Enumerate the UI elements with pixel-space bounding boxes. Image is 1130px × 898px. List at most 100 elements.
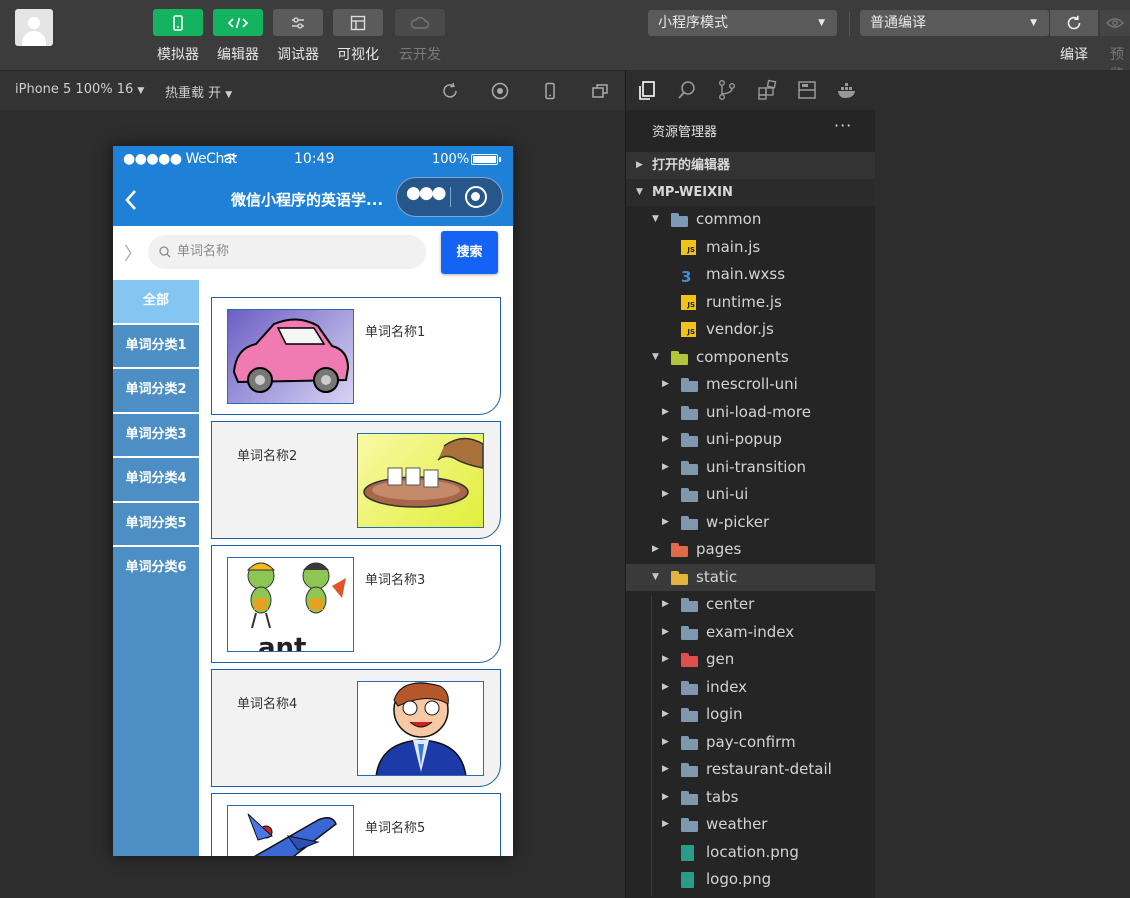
tree-file[interactable]: JS runtime.js <box>626 289 876 316</box>
chevron-right-icon: ▶ <box>662 406 669 417</box>
tree-file[interactable]: JS vendor.js <box>626 316 876 343</box>
word-card[interactable]: ant 单词名称3 <box>211 545 501 663</box>
tree-file[interactable]: 3 main.wxss <box>626 261 876 288</box>
debugger-button[interactable]: 调试器 <box>273 9 323 64</box>
docker-icon[interactable] <box>836 79 858 101</box>
tree-folder[interactable]: ▶ tabs <box>626 784 876 811</box>
chevron-right-icon: ▶ <box>662 461 669 472</box>
editor-button[interactable]: 编辑器 <box>213 9 263 64</box>
battery-tip <box>499 157 501 162</box>
chevron-right-icon: ▶ <box>652 544 659 554</box>
chevron-right-icon: ▶ <box>662 626 669 637</box>
tree-file[interactable]: location.png <box>626 839 876 866</box>
project-section[interactable]: ▼ MP-WEIXIN <box>626 179 876 206</box>
tree-folder[interactable]: ▶ uni-popup <box>626 426 876 453</box>
status-bar: ●●●●● WeChat 10:49 100% <box>113 146 513 172</box>
more-icon[interactable]: ··· <box>834 116 852 135</box>
word-card[interactable]: 单词名称5 <box>211 793 501 856</box>
cloud-icon <box>395 9 445 36</box>
tree-folder[interactable]: ▶ weather <box>626 811 876 838</box>
open-editors-section[interactable]: ▶ 打开的编辑器 <box>626 152 876 179</box>
simulator-button[interactable]: 模拟器 <box>153 9 203 64</box>
tree-folder[interactable]: ▶ exam-index <box>626 619 876 646</box>
cartoon-businessman-image <box>357 681 484 776</box>
debugger-label: 调试器 <box>277 47 319 63</box>
compile-button[interactable] <box>1050 10 1098 36</box>
category-item[interactable]: 单词分类6 <box>113 547 199 592</box>
tree-label: login <box>706 705 743 723</box>
tree-folder[interactable]: ▶ index <box>626 674 876 701</box>
tree-label: vendor.js <box>706 320 774 338</box>
tree-folder[interactable]: ▶ restaurant-detail <box>626 756 876 783</box>
file-explorer: 资源管理器 ··· ▶ 打开的编辑器 ▼ MP-WEIXIN ▼ common JS… <box>625 70 876 898</box>
phone-icon[interactable] <box>540 81 560 101</box>
chevron-right-icon[interactable]: 〉 <box>124 240 142 266</box>
tree-folder[interactable]: ▼ static <box>626 563 876 591</box>
tree-file[interactable]: logo.png <box>626 866 876 893</box>
word-card[interactable]: 单词名称4 <box>211 669 501 787</box>
category-item[interactable]: 单词分类3 <box>113 414 199 458</box>
tree-folder[interactable]: ▶ w-picker <box>626 509 876 536</box>
tree-folder[interactable]: ▼ common <box>626 206 876 233</box>
tree-folder[interactable]: ▶ login <box>626 701 876 728</box>
chevron-right-icon: ▶ <box>662 379 669 389</box>
mode-select[interactable]: 小程序模式 ▼ <box>648 10 837 36</box>
tree-folder[interactable]: ▶ gen <box>626 646 876 673</box>
search-button[interactable]: 搜索 <box>441 231 498 274</box>
visual-button[interactable]: 可视化 <box>333 9 383 64</box>
tree-folder[interactable]: ▶ mescroll-uni <box>626 371 876 398</box>
word-name: 单词名称2 <box>237 449 298 464</box>
tree-file[interactable]: JS main.js <box>626 234 876 261</box>
svg-text:ant: ant <box>258 633 306 652</box>
back-icon[interactable] <box>124 189 138 211</box>
word-card[interactable]: 单词名称2 <box>211 421 501 539</box>
chevron-right-icon: ▶ <box>662 654 669 664</box>
layout-icon <box>333 9 383 36</box>
tree-label: uni-transition <box>706 457 807 476</box>
tree-folder[interactable]: ▶ pages <box>626 536 876 563</box>
word-list: 单词名称1 单词名称2 ant 单词名称3 单词名称4 单词名称5 <box>199 280 513 856</box>
avatar[interactable] <box>15 9 53 46</box>
tree-folder[interactable]: ▶ uni-load-more <box>626 399 876 426</box>
hot-reload-toggle[interactable]: 热重载 开 ▼ <box>165 82 232 101</box>
more-icon[interactable]: ●●● <box>406 183 446 203</box>
category-item[interactable]: 单词分类4 <box>113 458 199 503</box>
tree-folder[interactable]: ▶ uni-ui <box>626 481 876 508</box>
storage-icon[interactable] <box>796 79 818 101</box>
extensions-icon[interactable] <box>756 79 778 101</box>
tree-label: main.wxss <box>706 265 786 283</box>
chevron-right-icon: ▶ <box>662 599 669 609</box>
airplane-image <box>227 805 354 856</box>
category-item[interactable]: 单词分类5 <box>113 503 199 547</box>
tree-label: exam-index <box>706 622 795 641</box>
search-icon[interactable] <box>676 79 698 101</box>
category-item[interactable]: 单词分类1 <box>113 325 199 369</box>
folder-icon <box>681 433 698 447</box>
close-icon[interactable] <box>465 186 487 208</box>
tree-folder[interactable]: ▶ pay-confirm <box>626 729 876 756</box>
word-name: 单词名称5 <box>365 821 426 836</box>
tree-folder[interactable]: ▶ uni-transition <box>626 454 876 481</box>
word-card[interactable]: 单词名称1 <box>211 297 501 415</box>
stop-icon[interactable] <box>490 81 510 101</box>
category-item[interactable]: 单词分类2 <box>113 369 199 414</box>
preview-button[interactable] <box>1100 10 1130 36</box>
cloud-button[interactable]: 云开发 <box>395 9 445 64</box>
tree-label: location.png <box>706 842 799 861</box>
compile-select[interactable]: 普通编译 ▼ <box>860 10 1049 36</box>
folder-icon <box>681 515 698 530</box>
source-control-icon[interactable] <box>716 79 738 101</box>
chevron-down-icon: ▼ <box>225 90 233 100</box>
multi-window-icon[interactable] <box>590 81 610 101</box>
tree-folder[interactable]: ▶ center <box>626 591 876 618</box>
tree-label: uni-popup <box>706 430 782 448</box>
rotate-icon[interactable] <box>440 81 460 101</box>
chevron-right-icon: ▶ <box>662 516 669 527</box>
tree-folder[interactable]: ▼ components <box>626 344 876 371</box>
category-item[interactable]: 全部 <box>113 280 199 325</box>
device-select[interactable]: iPhone 5 100% 16 ▼ <box>15 82 144 97</box>
cloud-label: 云开发 <box>399 47 441 63</box>
files-icon[interactable] <box>636 79 658 101</box>
search-input[interactable]: 单词名称 <box>148 235 426 269</box>
tree-label: tabs <box>706 787 739 806</box>
